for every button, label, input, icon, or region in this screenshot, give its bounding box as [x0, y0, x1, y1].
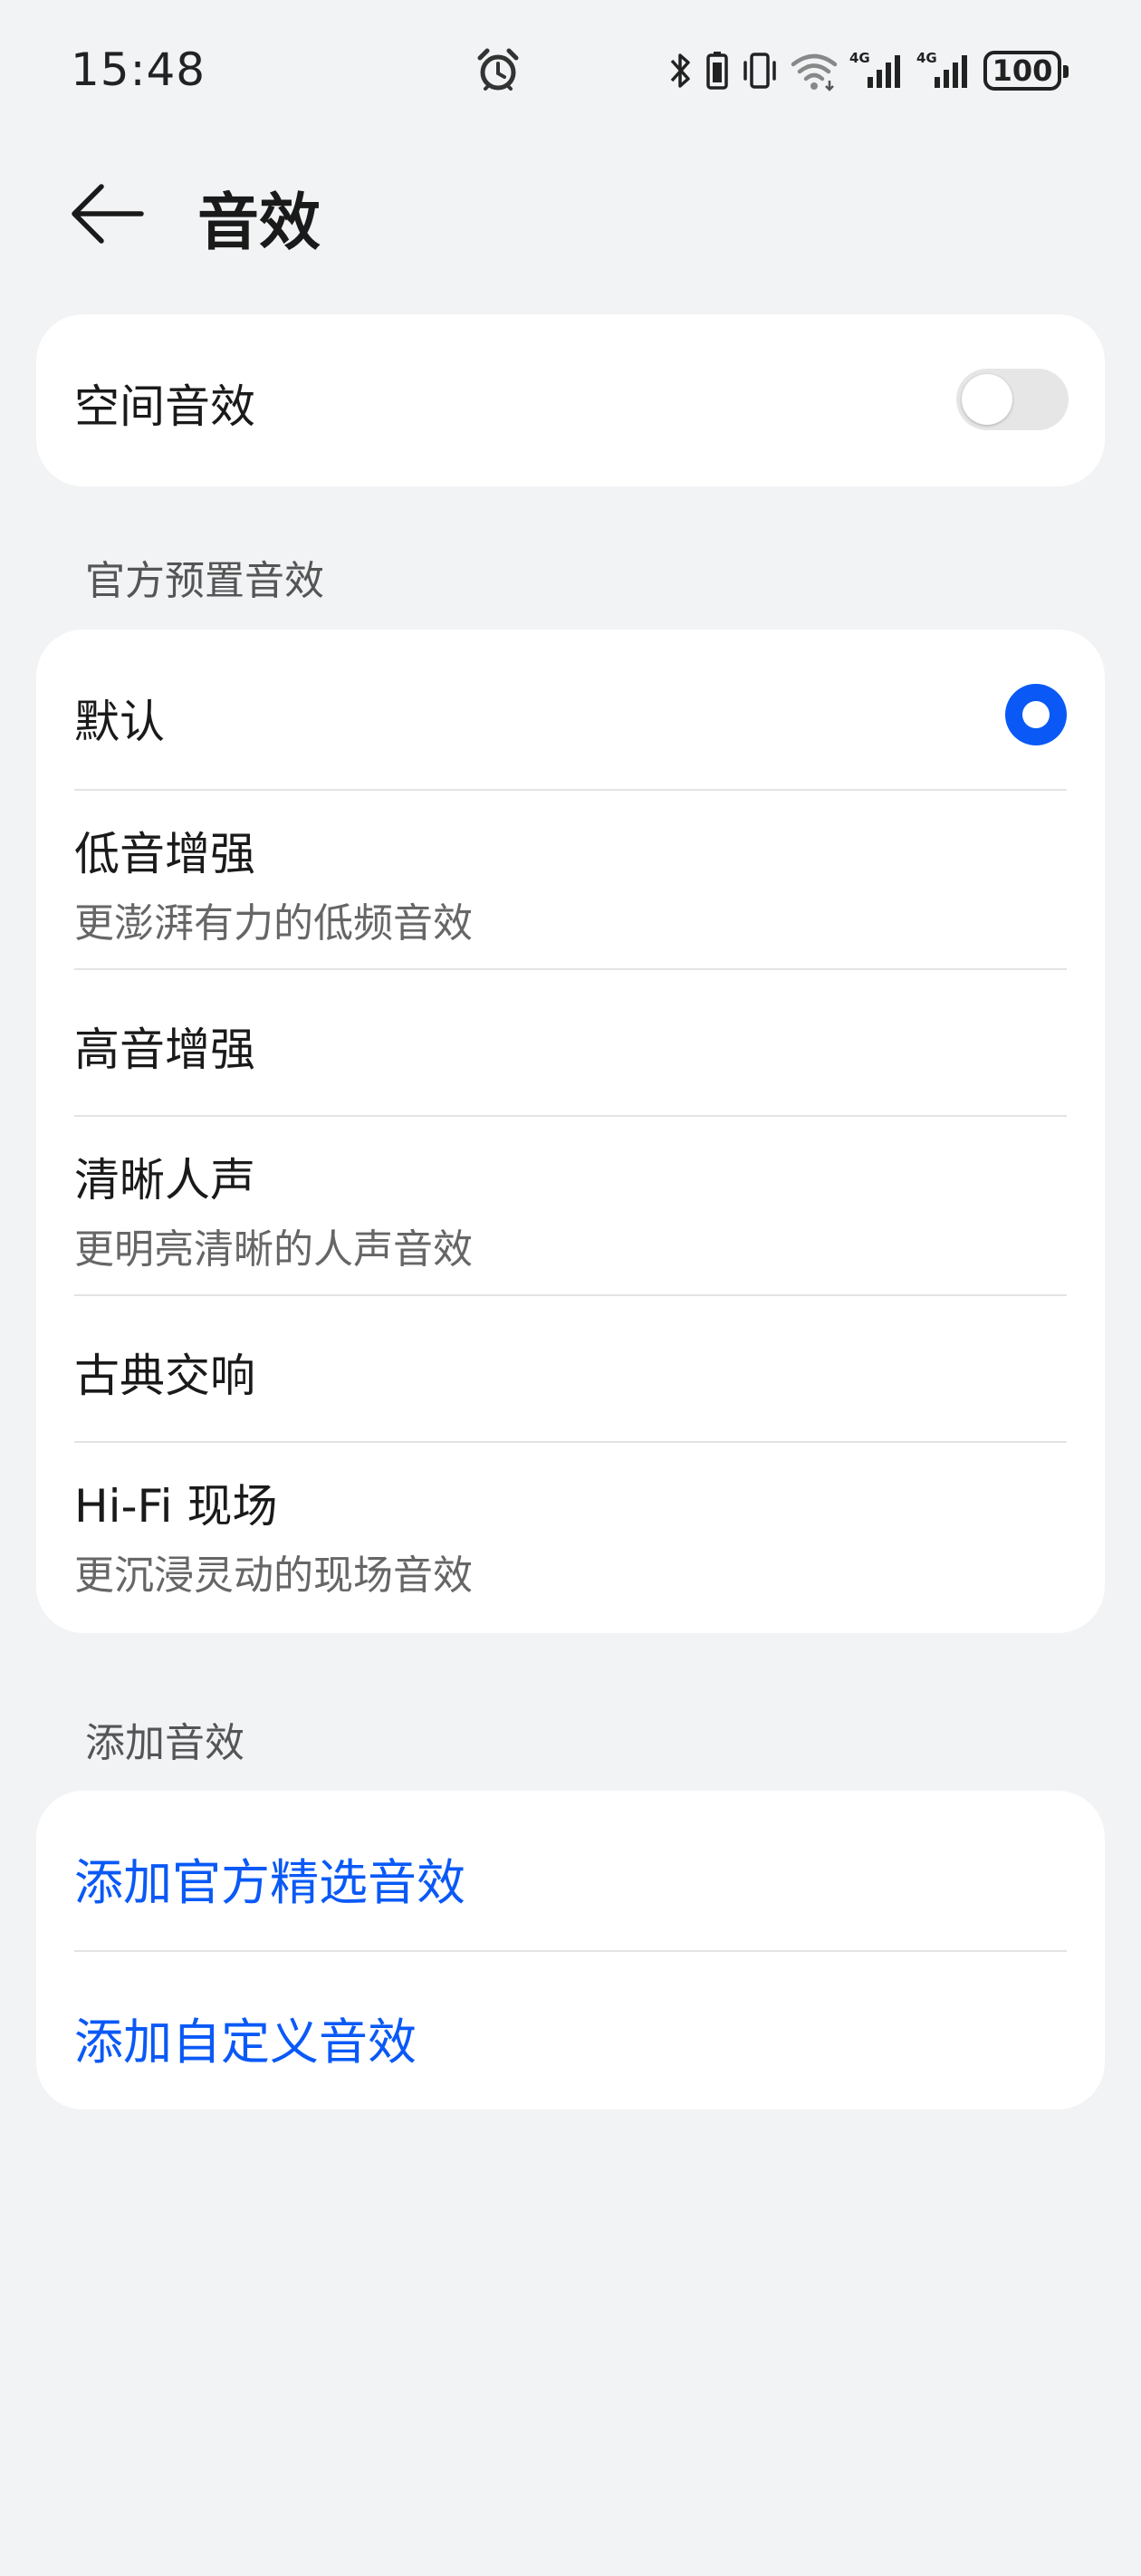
preset-item-treble-boost[interactable]: 高音增强: [74, 968, 1067, 1115]
preset-subtitle: 更明亮清晰的人声音效: [74, 1226, 473, 1273]
preset-title: Hi-Fi 现场: [74, 1480, 278, 1533]
add-sound-card: 添加官方精选音效 添加自定义音效: [36, 1791, 1105, 2110]
preset-item-bass-boost[interactable]: 低音增强 更澎湃有力的低频音效: [74, 789, 1067, 968]
section-label-add: 添加音效: [85, 1720, 244, 1766]
header: 音效: [0, 154, 1141, 272]
wifi-icon: [791, 53, 838, 91]
page-title: 音效: [197, 187, 321, 259]
preset-title: 默认: [74, 696, 165, 748]
preset-subtitle: 更沉浸灵动的现场音效: [74, 1552, 473, 1599]
preset-title: 高音增强: [74, 1024, 255, 1076]
svg-text:4G: 4G: [849, 50, 870, 66]
signal-4g-icon: 4G: [916, 50, 967, 88]
add-custom-label: 添加自定义音效: [74, 2014, 417, 2071]
battery-indicator: 100: [983, 51, 1069, 91]
back-arrow-icon[interactable]: [65, 179, 147, 248]
preset-item-default[interactable]: 默认: [74, 630, 1067, 789]
radio-dot: [1022, 701, 1050, 728]
presets-card: 默认 低音增强 更澎湃有力的低频音效 高音增强 清晰人声 更明亮清晰的人声音效 …: [36, 630, 1105, 1633]
svg-text:4G: 4G: [916, 50, 937, 66]
signal-4g-icon: 4G: [849, 50, 900, 88]
add-official-button[interactable]: 添加官方精选音效: [74, 1791, 1067, 1950]
preset-radio-selected[interactable]: [1005, 684, 1067, 745]
preset-title: 古典交响: [74, 1350, 255, 1402]
preset-item-clear-vocals[interactable]: 清晰人声 更明亮清晰的人声音效: [74, 1115, 1067, 1294]
spatial-audio-label: 空间音效: [74, 380, 255, 433]
spatial-audio-row[interactable]: 空间音效: [36, 314, 1105, 486]
status-bar: 15:48 4G 4G 100: [0, 0, 1141, 136]
spatial-audio-toggle[interactable]: [956, 369, 1069, 430]
preset-item-hifi-live[interactable]: Hi-Fi 现场 更沉浸灵动的现场音效: [74, 1441, 1067, 1633]
status-icons: 4G 4G 100: [668, 45, 1069, 96]
preset-title: 清晰人声: [74, 1154, 255, 1206]
preset-item-classical[interactable]: 古典交响: [74, 1294, 1067, 1441]
status-time: 15:48: [71, 43, 206, 96]
section-label-presets: 官方预置音效: [85, 558, 324, 604]
toggle-knob: [962, 374, 1012, 425]
add-official-label: 添加官方精选音效: [74, 1854, 465, 1911]
preset-subtitle: 更澎湃有力的低频音效: [74, 900, 473, 947]
battery-level: 100: [992, 53, 1053, 88]
vibrate-icon: [743, 53, 776, 89]
spatial-audio-card: 空间音效: [36, 314, 1105, 486]
preset-title: 低音增强: [74, 828, 255, 880]
bluetooth-icon: [670, 53, 690, 88]
add-custom-button[interactable]: 添加自定义音效: [74, 1950, 1067, 2110]
alarm-icon: [477, 48, 519, 91]
battery-saver-icon: [706, 52, 728, 90]
